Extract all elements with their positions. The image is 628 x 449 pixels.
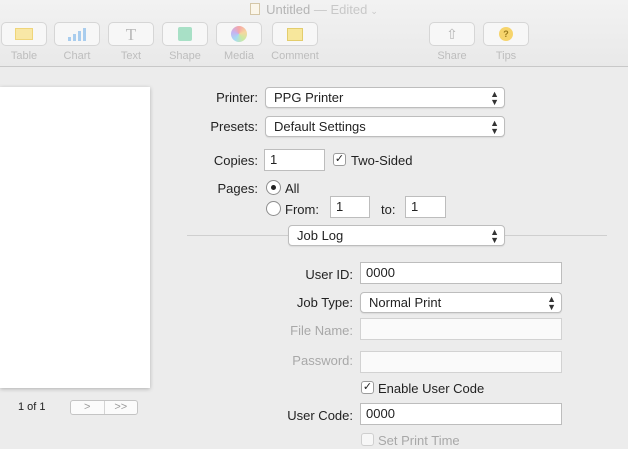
- toolbar-table[interactable]: Table: [0, 22, 48, 62]
- job-type-label: Job Type:: [296, 295, 353, 310]
- popup-arrows-icon: ▲ ▼: [490, 117, 499, 136]
- toolbar-chart-label: Chart: [63, 50, 91, 62]
- toolbar-text-label: Text: [120, 50, 142, 62]
- pages-to-field[interactable]: 1: [405, 196, 446, 218]
- user-id-field[interactable]: 0000: [360, 262, 562, 284]
- text-icon: T: [125, 24, 137, 44]
- popup-arrows-icon: ▲ ▼: [490, 226, 499, 245]
- printer-select[interactable]: PPG Printer ▲ ▼: [265, 87, 505, 108]
- document-title: Untitled: [266, 2, 311, 17]
- toolbar-media[interactable]: Media: [215, 22, 263, 62]
- tips-icon: ?: [499, 27, 513, 41]
- preview-pager: > >>: [70, 400, 138, 415]
- print-preview-page: [0, 87, 150, 388]
- toolbar-media-label: Media: [224, 50, 254, 62]
- toolbar-text[interactable]: T Text: [107, 22, 155, 62]
- printer-value: PPG Printer: [274, 90, 344, 105]
- password-label: Password:: [292, 353, 353, 368]
- document-icon: [250, 3, 261, 15]
- pages-from-radio[interactable]: [266, 201, 281, 216]
- pages-all-label: All: [285, 181, 300, 196]
- pages-from-field[interactable]: 1: [330, 196, 370, 218]
- pages-from-label: From:: [285, 202, 319, 217]
- file-name-label: File Name:: [290, 323, 353, 338]
- two-sided-label: Two-Sided: [351, 153, 413, 168]
- pages-label: Pages:: [217, 181, 258, 196]
- toolbar-share-label: Share: [437, 50, 467, 62]
- chevron-down-icon: ⌄: [370, 6, 378, 16]
- media-icon: [231, 26, 247, 42]
- printer-label: Printer:: [216, 90, 258, 105]
- set-print-time-checkbox[interactable]: [361, 433, 374, 446]
- copies-field[interactable]: 1: [264, 149, 325, 171]
- pages-to-label: to:: [381, 202, 396, 217]
- window-title: Untitled — Edited ⌄: [0, 2, 628, 17]
- presets-select[interactable]: Default Settings ▲ ▼: [265, 116, 505, 137]
- user-id-label: User ID:: [305, 267, 353, 282]
- table-icon: [15, 28, 33, 40]
- toolbar-comment-label: Comment: [271, 50, 319, 62]
- shape-icon: [178, 27, 192, 41]
- pages-all-radio[interactable]: [266, 180, 281, 195]
- set-print-time-label: Set Print Time: [378, 433, 460, 448]
- toolbar: Untitled — Edited ⌄ Table Chart T Text Sh…: [0, 0, 628, 67]
- comment-icon: [287, 27, 303, 41]
- toolbar-tips-label: Tips: [495, 50, 517, 62]
- enable-user-code-label: Enable User Code: [378, 381, 485, 396]
- toolbar-table-label: Table: [10, 50, 38, 62]
- page-count: 1 of 1: [18, 401, 46, 413]
- job-type-value: Normal Print: [369, 295, 442, 310]
- next-page-button[interactable]: >: [71, 401, 104, 414]
- edited-status: — Edited: [313, 2, 368, 17]
- share-icon: ⇧: [446, 26, 458, 42]
- job-type-select[interactable]: Normal Print ▲ ▼: [360, 292, 562, 313]
- toolbar-shape[interactable]: Shape: [161, 22, 209, 62]
- toolbar-tips[interactable]: ? Tips: [482, 22, 530, 62]
- print-sheet: 1 of 1 > >> Printer: PPG Printer ▲ ▼ Pres…: [0, 67, 628, 449]
- user-code-field[interactable]: 0000: [360, 403, 562, 425]
- file-name-field[interactable]: [360, 318, 562, 340]
- last-page-button[interactable]: >>: [103, 401, 138, 414]
- toolbar-shape-label: Shape: [169, 50, 201, 62]
- user-code-label: User Code:: [287, 408, 353, 423]
- presets-label: Presets:: [210, 119, 258, 134]
- toolbar-share[interactable]: ⇧ Share: [428, 22, 476, 62]
- section-select[interactable]: Job Log ▲ ▼: [288, 225, 505, 246]
- presets-value: Default Settings: [274, 119, 366, 134]
- password-field[interactable]: [360, 351, 562, 373]
- toolbar-comment[interactable]: Comment: [271, 22, 319, 62]
- two-sided-checkbox[interactable]: ✓: [333, 153, 346, 166]
- copies-label: Copies:: [213, 153, 258, 168]
- toolbar-chart[interactable]: Chart: [53, 22, 101, 62]
- popup-arrows-icon: ▲ ▼: [547, 293, 556, 312]
- chart-icon: [68, 27, 86, 41]
- popup-arrows-icon: ▲ ▼: [490, 88, 499, 107]
- section-value: Job Log: [297, 228, 344, 243]
- enable-user-code-checkbox[interactable]: ✓: [361, 381, 374, 394]
